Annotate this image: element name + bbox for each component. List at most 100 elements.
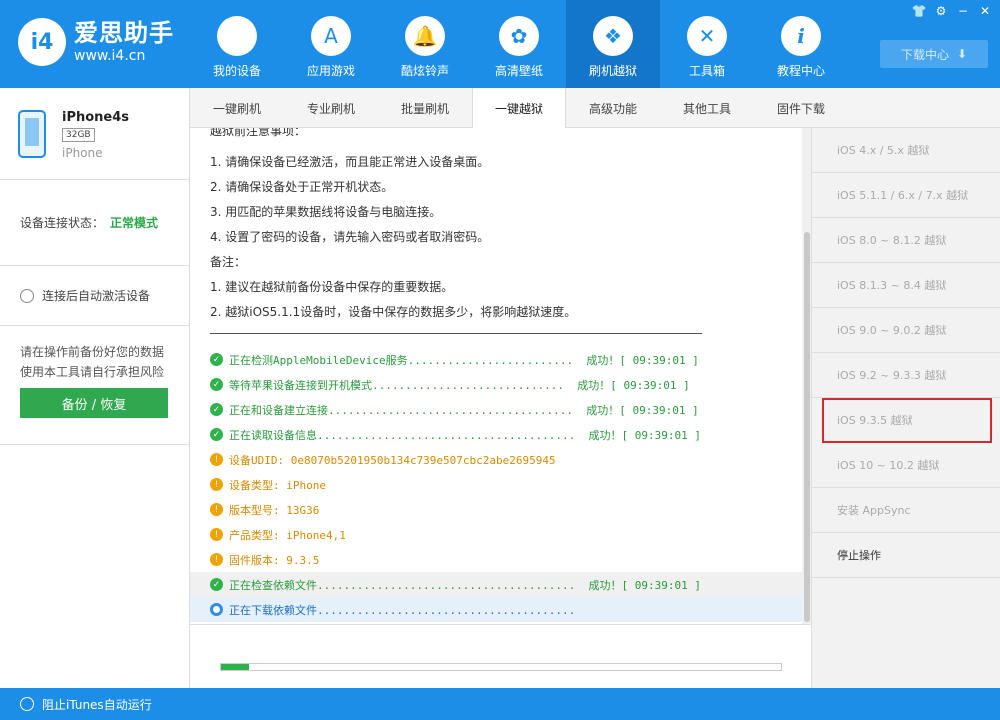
status-label: 设备连接状态：	[20, 216, 105, 230]
left-panel: iPhone4s 32GB iPhone 设备连接状态： 正常模式 连接后自动激…	[0, 88, 190, 688]
option-ios4-5[interactable]: iOS 4.x / 5.x 越狱	[812, 128, 1000, 173]
tab-batch-flash[interactable]: 批量刷机	[378, 88, 472, 128]
skin-icon[interactable]: 👕	[910, 2, 928, 20]
instructions-title: 越狱前注意事项：	[210, 128, 307, 138]
nav-label: 酷炫铃声	[400, 64, 449, 78]
progress-fill	[221, 664, 249, 670]
download-center-button[interactable]: 下载中心 ⬇	[880, 40, 988, 68]
window-controls: 👕 ⚙ − ✕	[910, 2, 994, 20]
radio-icon[interactable]	[20, 697, 34, 711]
device-card: iPhone4s 32GB iPhone	[0, 88, 189, 180]
tab-firmware-download[interactable]: 固件下载	[754, 88, 848, 128]
app-store-icon: A	[311, 16, 351, 56]
nav-label: 刷机越狱	[588, 64, 637, 78]
tab-other-tools[interactable]: 其他工具	[660, 88, 754, 128]
log-line: 正在下载依赖文件................................…	[190, 597, 802, 622]
info-icon: !	[210, 453, 223, 466]
log-text: 设备类型: iPhone	[229, 478, 326, 492]
log-text: 正在下载依赖文件................................…	[229, 603, 576, 617]
option-ios935[interactable]: iOS 9.3.5 越狱	[822, 398, 992, 443]
loading-icon	[210, 603, 223, 616]
download-center-label: 下载中心	[900, 47, 949, 62]
option-install-appsync[interactable]: 安装 AppSync	[812, 488, 1000, 533]
scrollbar-thumb[interactable]	[804, 232, 810, 622]
check-icon: ✓	[210, 353, 223, 366]
warning-line: 使用本工具请自行承担风险	[20, 365, 165, 379]
check-icon: ✓	[210, 378, 223, 391]
nav-label: 教程中心	[776, 64, 825, 78]
nav-my-device[interactable]: 我的设备	[190, 0, 284, 88]
jailbreak-log-panel: 越狱前注意事项： 1. 请确保设备已经激活，而且能正常进入设备桌面。 2. 请确…	[190, 128, 812, 624]
log-line: ✓ 正在和设备建立连接..............................…	[190, 397, 802, 422]
app-title: 爱思助手	[74, 19, 174, 47]
connection-status: 设备连接状态： 正常模式	[0, 180, 189, 266]
option-ios92-933[interactable]: iOS 9.2 ~ 9.3.3 越狱	[812, 353, 1000, 398]
option-ios90-902[interactable]: iOS 9.0 ~ 9.0.2 越狱	[812, 308, 1000, 353]
status-value: 正常模式	[110, 216, 159, 230]
header-bar: i4 爱思助手 www.i4.cn 我的设备 A 应用游戏 🔔 酷炫铃声 ✿ 高清壁纸…	[0, 0, 1000, 88]
progress-bar	[220, 663, 782, 671]
nav-label: 应用游戏	[306, 64, 355, 78]
check-icon: ✓	[210, 428, 223, 441]
nav-wallpapers[interactable]: ✿ 高清壁纸	[472, 0, 566, 88]
info-icon: !	[210, 528, 223, 541]
nav-tutorials[interactable]: i 教程中心	[754, 0, 848, 88]
log-line: ! 版本型号: 13G36	[190, 497, 802, 522]
radio-icon[interactable]	[20, 288, 34, 303]
nav-toolbox[interactable]: ✕ 工具箱	[660, 0, 754, 88]
nav-ringtones[interactable]: 🔔 酷炫铃声	[378, 0, 472, 88]
instruction-item: 2. 请确保设备处于正常开机状态。	[210, 180, 394, 194]
log-line: ! 设备类型: iPhone	[190, 472, 802, 497]
auto-activate-option[interactable]: 连接后自动激活设备	[0, 266, 189, 326]
log-text: 正在检查依赖文件................................…	[229, 578, 701, 592]
note-item: 2. 越狱iOS5.1.1设备时，设备中保存的数据多少，将影响越狱速度。	[210, 305, 577, 319]
tools-icon: ✕	[687, 16, 727, 56]
dropbox-icon: ❖	[593, 16, 633, 56]
option-ios511-7[interactable]: iOS 5.1.1 / 6.x / 7.x 越狱	[812, 173, 1000, 218]
log-text: 产品类型: iPhone4,1	[229, 528, 346, 542]
option-ios10-102[interactable]: iOS 10 ~ 10.2 越狱	[812, 443, 1000, 488]
scrollbar[interactable]	[802, 128, 811, 624]
log-text: 正在和设备建立连接...............................…	[229, 403, 699, 417]
log-line: ✓ 正在读取设备信息...............................…	[190, 422, 802, 447]
flower-icon: ✿	[499, 16, 539, 56]
auto-activate-label: 连接后自动激活设备	[42, 289, 151, 303]
jailbreak-options-panel: iOS 4.x / 5.x 越狱 iOS 5.1.1 / 6.x / 7.x 越…	[812, 128, 1000, 688]
app-url: www.i4.cn	[74, 48, 146, 64]
close-icon[interactable]: ✕	[976, 2, 994, 20]
bell-icon: 🔔	[405, 16, 445, 56]
option-ios80-812[interactable]: iOS 8.0 ~ 8.1.2 越狱	[812, 218, 1000, 263]
option-ios813-84[interactable]: iOS 8.1.3 ~ 8.4 越狱	[812, 263, 1000, 308]
apple-icon	[217, 16, 257, 56]
info-icon: !	[210, 478, 223, 491]
nav-apps-games[interactable]: A 应用游戏	[284, 0, 378, 88]
device-type: iPhone	[62, 146, 103, 160]
block-itunes-label[interactable]: 阻止iTunes自动运行	[42, 696, 152, 713]
app-logo: i4 爱思助手 www.i4.cn	[18, 18, 174, 66]
log-line: ! 设备UDID: 0e8070b5201950b134c739e507cbc2a…	[190, 447, 802, 472]
nav-label: 我的设备	[212, 64, 261, 78]
nav-label: 工具箱	[688, 64, 725, 78]
nav-flash-jailbreak[interactable]: ❖ 刷机越狱	[566, 0, 660, 88]
log-text: 正在读取设备信息................................…	[229, 428, 701, 442]
gear-icon[interactable]: ⚙	[932, 2, 950, 20]
progress-area	[190, 624, 812, 688]
log-text: 固件版本: 9.3.5	[229, 553, 320, 567]
check-icon: ✓	[210, 403, 223, 416]
check-icon: ✓	[210, 578, 223, 591]
tab-one-click-flash[interactable]: 一键刷机	[190, 88, 284, 128]
log-text: 正在检测AppleMobileDevice服务.................…	[229, 353, 699, 367]
backup-restore-button[interactable]: 备份 / 恢复	[20, 388, 168, 418]
notes-title: 备注：	[210, 255, 247, 269]
tab-pro-flash[interactable]: 专业刷机	[284, 88, 378, 128]
tab-one-click-jailbreak[interactable]: 一键越狱	[472, 88, 566, 129]
log-line: ! 固件版本: 9.3.5	[190, 547, 802, 572]
device-name: iPhone4s	[62, 110, 130, 125]
main-nav: 我的设备 A 应用游戏 🔔 酷炫铃声 ✿ 高清壁纸 ❖ 刷机越狱 ✕ 工具箱 i 教程中心	[190, 0, 848, 88]
log-line: ✓ 等待苹果设备连接到开机模式..........................…	[190, 372, 802, 397]
info-icon: !	[210, 553, 223, 566]
tab-advanced[interactable]: 高级功能	[566, 88, 660, 128]
stop-operation-button[interactable]: 停止操作	[812, 533, 1000, 578]
minimize-icon[interactable]: −	[954, 2, 972, 20]
bottom-bar: 阻止iTunes自动运行	[0, 688, 1000, 720]
